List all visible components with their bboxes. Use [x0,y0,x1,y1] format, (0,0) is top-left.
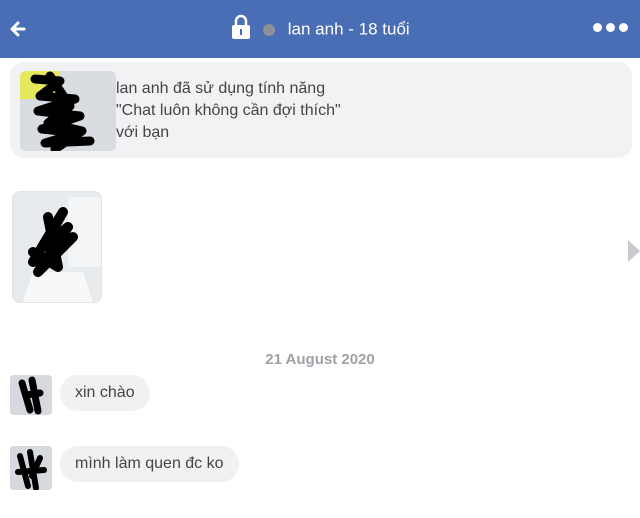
next-arrow[interactable] [626,240,640,262]
message-row: mình làm quen đc ko [10,446,330,490]
system-line-3: với bạn [116,124,170,141]
chat-header: lan anh - 18 tuổi [0,0,640,58]
sender-avatar[interactable] [10,446,52,490]
sender-avatar[interactable] [10,375,52,415]
shared-photo[interactable] [12,191,102,303]
system-message-card: lan anh đã sử dụng tính năng "Chat luôn … [10,62,632,158]
online-status-dot [263,23,276,36]
message-row: xin chào [10,375,310,415]
system-line-1: lan anh đã sử dụng tính năng [116,80,326,97]
message-bubble[interactable]: xin chào [60,375,150,411]
system-message-text: lan anh đã sử dụng tính năng "Chat luôn … [116,78,341,144]
chat-title: lan anh - 18 tuổi [287,19,410,39]
message-bubble[interactable]: mình làm quen đc ko [60,446,239,482]
more-dots-icon [593,23,602,32]
system-line-2: "Chat luôn không cần đợi thích" [116,102,341,119]
lock-icon [230,14,252,45]
avatar[interactable] [20,71,116,151]
date-divider: 21 August 2020 [265,351,375,368]
chat-title-area: lan anh - 18 tuổi [0,14,640,45]
chevron-right-icon [628,240,640,262]
more-options-button[interactable] [591,19,630,37]
